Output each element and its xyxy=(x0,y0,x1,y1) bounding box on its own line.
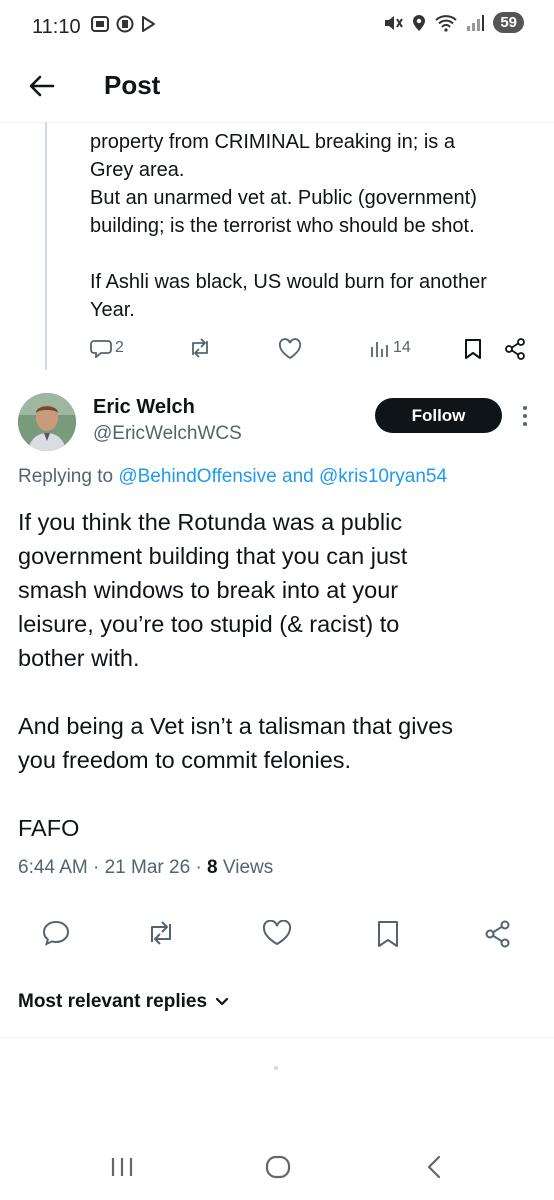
previous-share-button[interactable] xyxy=(504,338,526,360)
header-divider xyxy=(0,122,554,123)
arrow-left-icon xyxy=(29,75,55,97)
views-label: Views xyxy=(222,857,274,878)
previous-bookmark-button[interactable] xyxy=(464,338,482,360)
bookmark-icon xyxy=(465,339,481,359)
previous-reply-button[interactable]: 2 xyxy=(90,338,124,358)
like-button[interactable] xyxy=(262,920,292,946)
analytics-icon xyxy=(371,342,388,357)
previous-post-text: property from CRIMINAL breaking in; is a… xyxy=(90,131,487,321)
app-notification-icon xyxy=(116,15,134,33)
post-text: If you think the Rotunda was a public go… xyxy=(18,509,454,841)
meta-separator: · xyxy=(195,857,202,878)
nav-back-button[interactable] xyxy=(412,1150,456,1184)
page-title: Post xyxy=(104,70,161,100)
meta-separator: · xyxy=(93,857,100,878)
thread-connector-line xyxy=(45,122,47,370)
share-icon xyxy=(485,920,510,948)
bookmark-icon xyxy=(378,921,398,947)
wifi-icon xyxy=(435,14,457,32)
chevron-left-icon xyxy=(427,1155,441,1179)
status-time: 11:10 xyxy=(32,16,81,38)
post-date: 21 Mar 26 xyxy=(104,857,191,878)
post-metadata: 6:44 AM · 21 Mar 26 · 8 Views xyxy=(18,857,273,879)
reply-icon xyxy=(42,920,70,946)
more-dot xyxy=(523,422,527,426)
repost-icon xyxy=(151,921,171,945)
location-icon xyxy=(413,14,426,31)
mention-link-1[interactable]: @BehindOffensive xyxy=(118,466,276,487)
home-icon xyxy=(265,1155,291,1179)
repost-button[interactable] xyxy=(146,920,176,946)
replying-to-line: Replying to @BehindOffensive and @kris10… xyxy=(18,466,447,488)
play-store-icon xyxy=(142,16,155,32)
recent-apps-button[interactable] xyxy=(100,1150,144,1184)
previous-like-button[interactable] xyxy=(278,338,302,360)
loading-indicator xyxy=(274,1066,278,1070)
follow-button[interactable]: Follow xyxy=(375,398,502,433)
author-handle[interactable]: @EricWelchWCS xyxy=(93,423,242,445)
author-avatar[interactable] xyxy=(18,393,76,451)
bookmark-button[interactable] xyxy=(376,920,400,948)
section-divider xyxy=(0,1037,554,1038)
reply-icon xyxy=(90,340,112,358)
back-button[interactable] xyxy=(24,68,60,104)
avatar-image xyxy=(18,393,76,451)
more-dot xyxy=(523,414,527,418)
heart-icon xyxy=(262,920,292,946)
screenshot-icon xyxy=(91,16,109,32)
previous-repost-button[interactable] xyxy=(188,338,212,358)
share-button[interactable] xyxy=(484,920,512,948)
author-name[interactable]: Eric Welch xyxy=(93,396,195,419)
home-button[interactable] xyxy=(256,1150,300,1184)
chevron-down-icon xyxy=(215,997,229,1006)
share-icon xyxy=(505,338,525,360)
previous-reply-count: 2 xyxy=(115,339,124,356)
replying-prefix: Replying to xyxy=(18,466,114,487)
previous-views-button[interactable]: 14 xyxy=(370,338,411,358)
more-dot xyxy=(523,406,527,410)
repost-icon xyxy=(192,338,208,358)
heart-icon xyxy=(278,338,302,360)
replying-and: and xyxy=(282,466,314,487)
recent-apps-icon xyxy=(111,1158,133,1176)
replies-sort-dropdown[interactable]: Most relevant replies xyxy=(18,991,229,1013)
status-notification-icons xyxy=(90,15,156,33)
mute-icon xyxy=(385,15,404,30)
views-count: 8 xyxy=(207,857,218,878)
mention-link-2[interactable]: @kris10ryan54 xyxy=(319,466,447,487)
replies-sort-label: Most relevant replies xyxy=(18,991,208,1012)
battery-indicator: 59 xyxy=(493,12,524,33)
status-system-icons: 59 xyxy=(383,12,524,33)
reply-button[interactable] xyxy=(42,920,70,946)
more-options-button[interactable] xyxy=(515,400,535,432)
signal-icon xyxy=(467,14,485,31)
post-time: 6:44 AM xyxy=(18,857,88,878)
previous-view-count: 14 xyxy=(393,339,411,356)
